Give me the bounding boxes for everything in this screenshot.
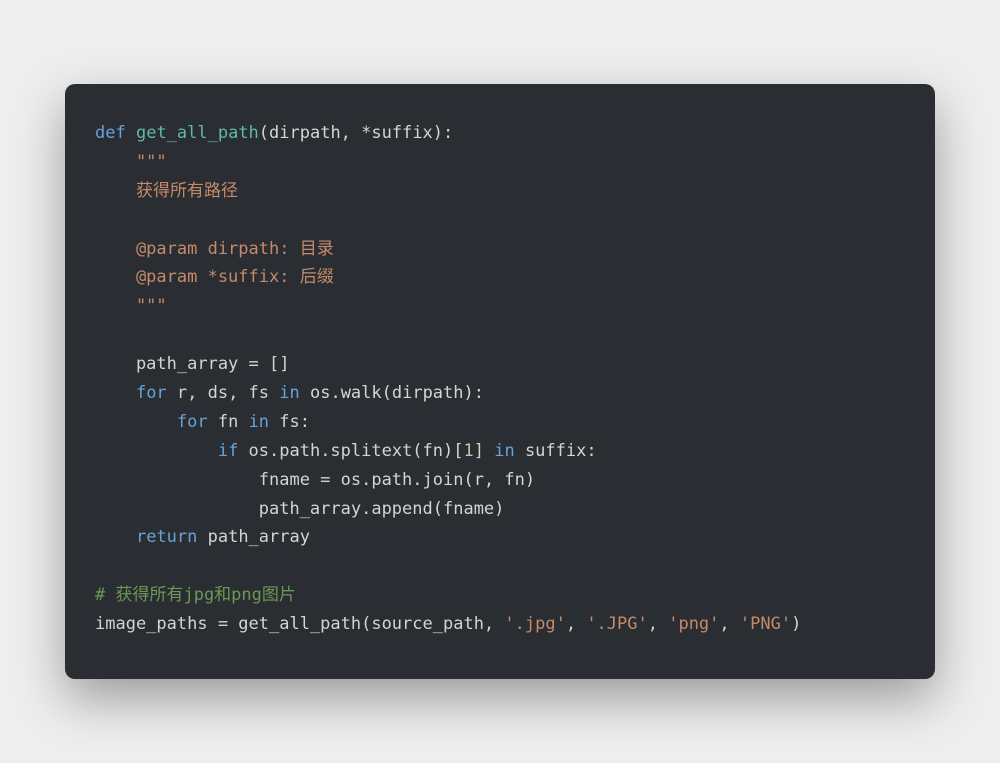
code-block: def get_all_path(dirpath, *suffix): """ … [95, 119, 905, 639]
string-literal: '.jpg' [504, 614, 565, 634]
code-line: path_array = [] [95, 354, 289, 374]
docstring-line: @param dirpath: 目录 [95, 239, 334, 259]
indent [95, 441, 218, 461]
keyword-in: in [279, 383, 299, 403]
params: (dirpath, *suffix): [259, 123, 453, 143]
keyword-in: in [494, 441, 514, 461]
vars: fn [208, 412, 249, 432]
comma: , [566, 614, 586, 634]
code-fragment: path_array [197, 527, 310, 547]
code-window: def get_all_path(dirpath, *suffix): """ … [65, 84, 935, 679]
string-literal: 'png' [668, 614, 719, 634]
comma: , [648, 614, 668, 634]
vars: r, ds, fs [167, 383, 280, 403]
indent [95, 412, 177, 432]
string-literal: '.JPG' [586, 614, 647, 634]
docstring-line: @param *suffix: 后缀 [95, 267, 334, 287]
keyword-def: def [95, 123, 126, 143]
keyword-in: in [249, 412, 269, 432]
code-line: path_array.append(fname) [95, 499, 504, 519]
docstring-line: 获得所有路径 [95, 181, 238, 201]
keyword-if: if [218, 441, 238, 461]
code-fragment: fs: [269, 412, 310, 432]
code-fragment: image_paths = get_all_path(source_path, [95, 614, 504, 634]
comma: , [719, 614, 739, 634]
function-name: get_all_path [136, 123, 259, 143]
code-fragment: suffix: [515, 441, 597, 461]
paren-close: ) [791, 614, 801, 634]
string-literal: 'PNG' [740, 614, 791, 634]
code-fragment: os.path.splitext(fn)[ [238, 441, 463, 461]
docstring-open: """ [95, 152, 167, 172]
code-line: fname = os.path.join(r, fn) [95, 470, 535, 490]
keyword-for: for [177, 412, 208, 432]
indent [95, 527, 136, 547]
number-literal: 1 [463, 441, 473, 461]
code-fragment: os.walk(dirpath): [300, 383, 484, 403]
code-fragment: ] [474, 441, 494, 461]
docstring-close: """ [95, 296, 167, 316]
keyword-for: for [136, 383, 167, 403]
keyword-return: return [136, 527, 197, 547]
comment-line: # 获得所有jpg和png图片 [95, 585, 296, 605]
